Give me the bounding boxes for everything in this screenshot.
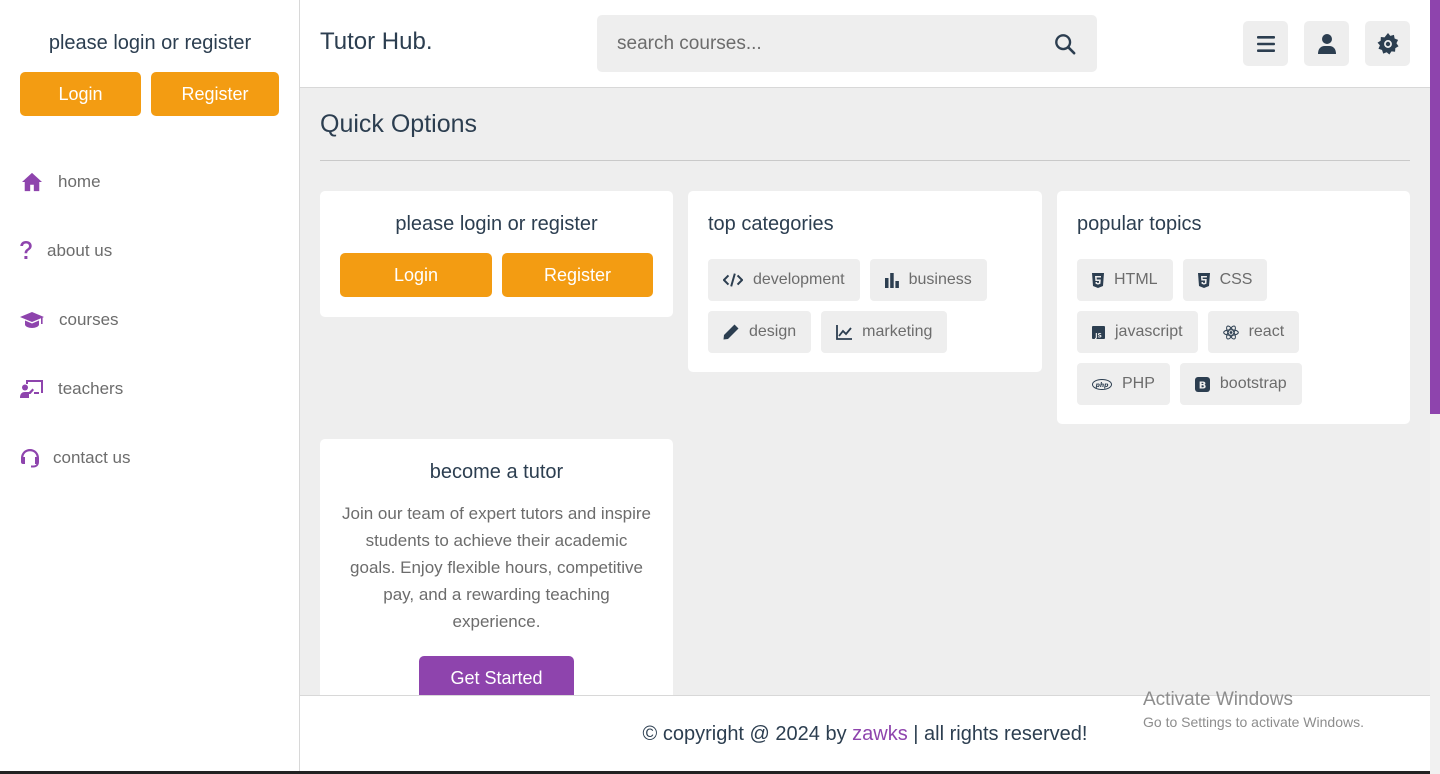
line-chart-icon: [836, 324, 853, 340]
sidebar-item-home[interactable]: home: [20, 162, 131, 202]
login-card: please login or register Login Register: [320, 191, 673, 317]
scrollbar-thumb[interactable]: [1430, 0, 1440, 414]
sidebar-auth-buttons: Login Register: [20, 72, 279, 116]
tutor-description: Join our team of expert tutors and inspi…: [342, 504, 651, 631]
tag-php[interactable]: php PHP: [1077, 363, 1170, 405]
menu-icon[interactable]: [1243, 21, 1288, 66]
code-icon: [723, 273, 743, 287]
tag-marketing[interactable]: marketing: [821, 311, 948, 353]
copyright-suffix: | all rights reserved!: [907, 723, 1088, 745]
tag-label: CSS: [1219, 271, 1253, 288]
tag-label: business: [908, 271, 972, 288]
bootstrap-icon: B: [1194, 376, 1210, 392]
login-card-title: please login or register: [395, 213, 598, 235]
become-tutor-card: become a tutor Join our team of expert t…: [320, 439, 673, 695]
header: Tutor Hub.: [300, 0, 1430, 88]
page-title: Quick Options: [320, 110, 478, 138]
sidebar-register-button[interactable]: Register: [151, 72, 279, 116]
chalkboard-teacher-icon: [20, 378, 44, 400]
pen-icon: [723, 324, 739, 340]
topic-tags: HTML CSS JS javascript react php PHP B b…: [1077, 259, 1390, 405]
tag-label: HTML: [1114, 271, 1158, 288]
sidebar-item-label: courses: [59, 310, 119, 329]
js-icon: JS: [1092, 325, 1105, 339]
tag-label: PHP: [1122, 375, 1155, 392]
user-icon[interactable]: [1304, 21, 1349, 66]
search-bar: [597, 15, 1097, 72]
sidebar-item-label: contact us: [53, 448, 131, 467]
tag-label: javascript: [1115, 323, 1183, 340]
header-icons: [1243, 21, 1410, 66]
home-icon: [20, 171, 44, 193]
settings-icon[interactable]: [1365, 21, 1410, 66]
sidebar-item-teachers[interactable]: teachers: [20, 369, 131, 409]
divider: [320, 160, 1410, 161]
html5-icon: [1092, 272, 1104, 288]
graduation-cap-icon: [20, 309, 44, 331]
question-icon: [20, 240, 32, 262]
svg-text:B: B: [1199, 380, 1207, 391]
sidebar-item-about[interactable]: about us: [20, 231, 131, 271]
sidebar-item-courses[interactable]: courses: [20, 300, 131, 340]
sidebar-item-label: teachers: [58, 379, 124, 398]
tag-javascript[interactable]: JS javascript: [1077, 311, 1198, 353]
tag-label: design: [749, 323, 797, 340]
react-icon: [1222, 325, 1239, 339]
tag-css[interactable]: CSS: [1182, 259, 1268, 301]
scrollbar[interactable]: [1430, 0, 1440, 774]
footer-brand-link[interactable]: zawks: [852, 723, 908, 745]
copyright-prefix: © copyright @ 2024 by: [642, 723, 853, 745]
tag-design[interactable]: design: [708, 311, 812, 353]
tag-business[interactable]: business: [869, 259, 987, 301]
php-icon: php: [1092, 378, 1112, 390]
tag-development[interactable]: development: [708, 259, 860, 301]
tag-label: development: [753, 271, 845, 288]
sidebar-login-prompt: please login or register: [48, 32, 252, 54]
login-button[interactable]: Login: [340, 253, 492, 297]
activate-windows-watermark: Activate Windows Go to Settings to activ…: [1143, 689, 1364, 730]
svg-text:JS: JS: [1094, 332, 1102, 339]
sidebar: please login or register Login Register …: [0, 0, 300, 774]
tag-react[interactable]: react: [1207, 311, 1300, 353]
popular-topics-card: popular topics HTML CSS JS javascript re…: [1057, 191, 1410, 424]
logo[interactable]: Tutor Hub.: [320, 28, 433, 56]
search-icon[interactable]: [1053, 32, 1077, 56]
svg-text:php: php: [1095, 381, 1110, 388]
sidebar-item-label: about us: [47, 241, 113, 260]
sidebar-item-label: home: [58, 172, 101, 191]
tag-bootstrap[interactable]: B bootstrap: [1179, 363, 1302, 405]
top-categories-card: top categories development business desi…: [688, 191, 1042, 372]
register-button[interactable]: Register: [502, 253, 653, 297]
sidebar-nav: home about us courses teachers contact u…: [20, 162, 131, 507]
tag-label: react: [1248, 323, 1285, 340]
tag-label: bootstrap: [1219, 375, 1287, 392]
category-tags: development business design marketing: [708, 259, 1022, 353]
tutor-title: become a tutor: [429, 461, 564, 483]
sidebar-login-button[interactable]: Login: [20, 72, 141, 116]
topics-title: popular topics: [1077, 213, 1202, 235]
bar-chart-icon: [884, 272, 899, 288]
search-input[interactable]: [617, 32, 1053, 55]
tag-html[interactable]: HTML: [1077, 259, 1173, 301]
watermark-subtitle: Go to Settings to activate Windows.: [1143, 714, 1364, 730]
login-card-buttons: Login Register: [340, 253, 653, 297]
headset-icon: [20, 447, 40, 469]
watermark-title: Activate Windows: [1143, 689, 1293, 710]
css3-icon: [1197, 272, 1210, 288]
tag-label: marketing: [862, 323, 933, 340]
categories-title: top categories: [708, 213, 834, 235]
sidebar-item-contact[interactable]: contact us: [20, 438, 131, 478]
main-content: Quick Options please login or register L…: [300, 88, 1430, 695]
get-started-button[interactable]: Get Started: [419, 656, 574, 695]
